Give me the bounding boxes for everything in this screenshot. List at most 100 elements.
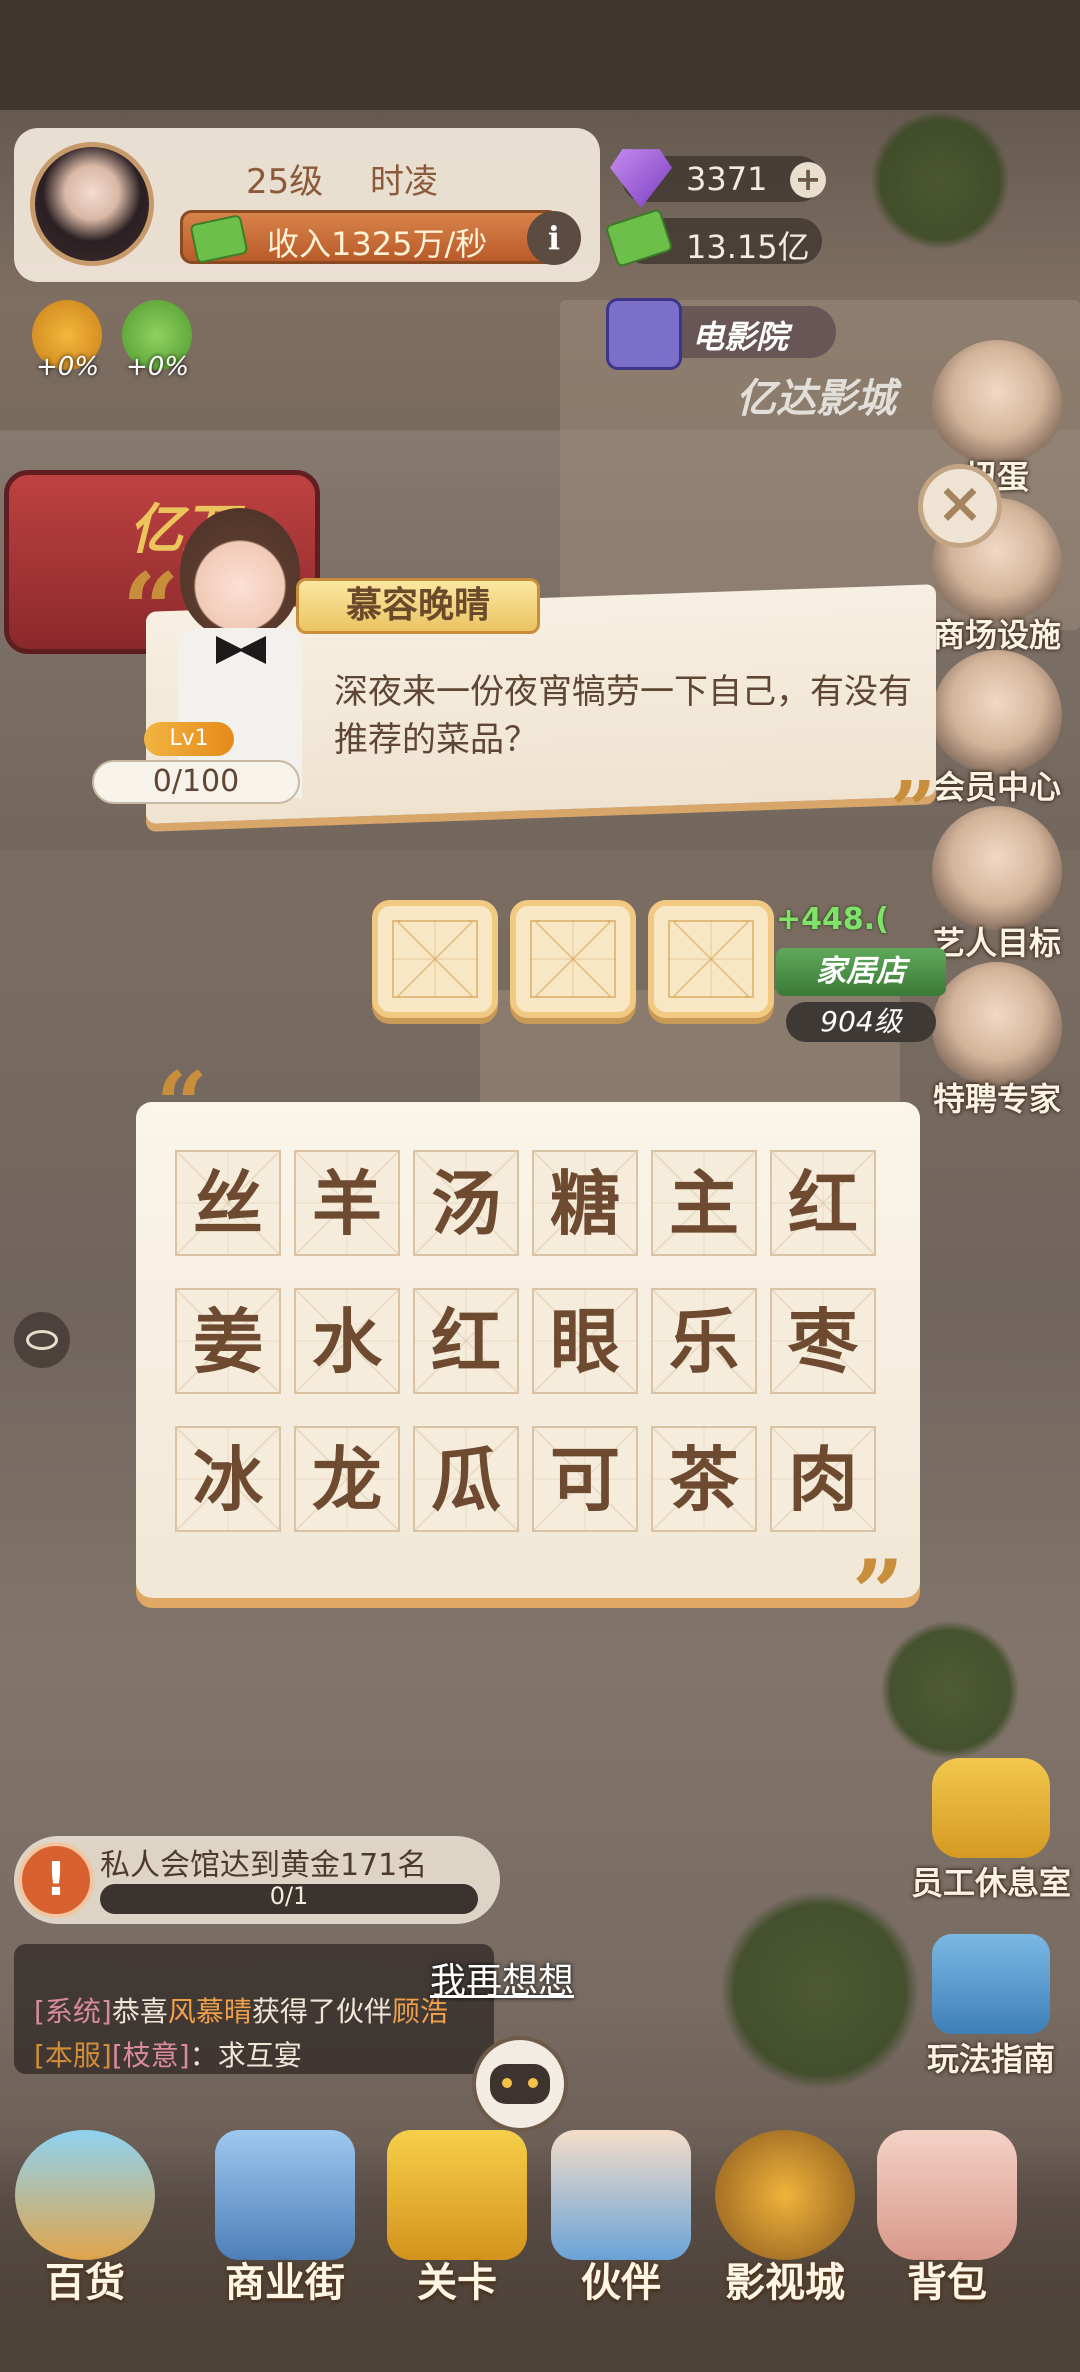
character-tile-text: 红 — [788, 1163, 858, 1245]
chat-line-1: [系统]恭喜风慕晴获得了伙伴顾浩 — [34, 1990, 448, 2030]
character-tile-text: 乐 — [669, 1301, 739, 1383]
store-level: 904级 — [820, 1005, 902, 1038]
nav-commercial-street[interactable]: 商业街 — [200, 2130, 370, 2330]
character-tile[interactable]: 冰 — [175, 1426, 281, 1532]
character-tile[interactable]: 汤 — [413, 1150, 519, 1256]
chat-tag-system: [系统] — [34, 1995, 112, 2028]
character-tile[interactable]: 肉 — [770, 1426, 876, 1532]
character-tile[interactable]: 红 — [413, 1288, 519, 1394]
side-item-artist-goals[interactable]: 艺人目标 — [922, 806, 1072, 964]
character-tile-text: 糖 — [550, 1163, 620, 1245]
nav-label: 伙伴 — [581, 2260, 661, 2306]
robot-face — [490, 2064, 550, 2104]
nav-film-city[interactable]: 影视城 — [700, 2130, 870, 2330]
side-item-label: 特聘专家 — [932, 1080, 1061, 1118]
chef-partner-icon — [551, 2130, 691, 2260]
npc-head — [180, 508, 300, 638]
character-tile-text: 冰 — [193, 1439, 263, 1521]
character-tile[interactable]: 糖 — [532, 1150, 638, 1256]
eye-icon[interactable] — [14, 1312, 70, 1368]
side-item-staff-lounge[interactable]: 员工休息室 — [902, 1758, 1080, 1904]
character-tile[interactable]: 丝 — [175, 1150, 281, 1256]
character-tile[interactable]: 主 — [651, 1150, 757, 1256]
handbag-icon — [877, 2130, 1017, 2260]
task-text: 私人会馆达到黄金171名 — [100, 1848, 428, 1883]
chat-line-2: [本服][枝意]：求互宴 — [34, 2034, 302, 2074]
character-tile[interactable]: 瓜 — [413, 1426, 519, 1532]
cash-boost-value: +0% — [126, 352, 190, 382]
status-bar-area — [0, 0, 1080, 110]
gem-counter: 3371 + — [610, 149, 826, 208]
nav-partners[interactable]: 伙伴 — [536, 2130, 706, 2330]
side-item-label: 玩法指南 — [926, 2040, 1055, 2078]
gem-amount: 3371 — [686, 160, 768, 198]
character-tile[interactable]: 龙 — [294, 1426, 400, 1532]
nav-label: 背包 — [907, 2260, 987, 2306]
chat-player-name[interactable]: 风慕晴 — [168, 1995, 252, 2028]
character-tile-text: 丝 — [193, 1163, 263, 1245]
character-tile-text: 主 — [669, 1163, 739, 1245]
player-name: 时凌 — [370, 162, 438, 202]
info-icon[interactable]: i — [527, 211, 581, 265]
chat-tag-user[interactable]: [枝意] — [112, 2039, 190, 2072]
close-quote-icon: ” — [890, 763, 937, 857]
robot-eye — [528, 2078, 538, 2088]
side-item-guide[interactable]: 玩法指南 — [902, 1934, 1080, 2080]
member-portrait-icon — [932, 650, 1062, 780]
close-dialog-button[interactable]: × — [918, 464, 1002, 548]
character-tile[interactable]: 水 — [294, 1288, 400, 1394]
like-boost-value: +0% — [36, 352, 100, 382]
cash-amount: 13.15亿 — [686, 228, 810, 266]
cinema-location-tag[interactable]: 电影院 — [606, 298, 836, 370]
affinity-progress: 0/100 — [92, 760, 300, 804]
nav-levels[interactable]: 关卡 — [372, 2130, 542, 2330]
film-projector-icon — [606, 298, 682, 370]
film-reel-icon — [715, 2130, 855, 2260]
character-tile-text: 汤 — [431, 1163, 501, 1245]
department-store-icon — [15, 2130, 155, 2260]
chat-panel[interactable]: [系统]恭喜风慕晴获得了伙伴顾浩 [本服][枝意]：求互宴 — [14, 1944, 494, 2074]
income-text: 收入1325万/秒 — [267, 225, 488, 263]
nav-label: 关卡 — [417, 2260, 497, 2306]
character-tile-text: 肉 — [788, 1439, 858, 1521]
npc-level-badge: Lv1 — [144, 722, 234, 756]
task-panel[interactable]: ! 私人会馆达到黄金171名 0/1 — [14, 1836, 500, 1924]
store-name-tag[interactable]: 家居店 — [776, 948, 946, 996]
character-tile[interactable]: 眼 — [532, 1288, 638, 1394]
artist-portrait-icon — [932, 806, 1062, 936]
nav-label: 百货 — [45, 2260, 125, 2306]
answer-slot-2[interactable] — [510, 900, 636, 1018]
nav-backpack[interactable]: 背包 — [862, 2130, 1032, 2330]
chat-text: 获得了伙伴 — [251, 1995, 392, 2028]
side-item-membership[interactable]: 会员中心 — [922, 650, 1072, 808]
character-tile[interactable]: 姜 — [175, 1288, 281, 1394]
character-tile[interactable]: 茶 — [651, 1426, 757, 1532]
dialog-text: 深夜来一份夜宵犒劳一下自己，有没有推荐的菜品？ — [334, 672, 912, 760]
character-tile-text: 瓜 — [431, 1439, 501, 1521]
character-tile[interactable]: 枣 — [770, 1288, 876, 1394]
rethink-button[interactable]: 我再想想 — [430, 1952, 574, 2004]
player-card[interactable]: 25级 时凌 收入1325万/秒 i — [14, 128, 600, 282]
delivery-truck-icon — [387, 2130, 527, 2260]
nav-department-store[interactable]: 百货 — [0, 2130, 170, 2330]
character-tile-text: 枣 — [788, 1301, 858, 1383]
character-tile-text: 龙 — [312, 1439, 382, 1521]
add-gems-plus-icon[interactable]: + — [790, 162, 826, 198]
chat-tag-server: [本服] — [34, 2039, 112, 2072]
character-tile[interactable]: 可 — [532, 1426, 638, 1532]
side-item-label: 员工休息室 — [910, 1864, 1071, 1902]
gacha-machine-icon — [932, 340, 1062, 470]
sofa-icon — [932, 1758, 1050, 1858]
character-tile[interactable]: 红 — [770, 1150, 876, 1256]
character-tile[interactable]: 羊 — [294, 1150, 400, 1256]
assistant-robot-icon[interactable] — [472, 2036, 568, 2132]
answer-slot-1[interactable] — [372, 900, 498, 1018]
character-tile-text: 羊 — [312, 1163, 382, 1245]
alert-icon: ! — [18, 1842, 94, 1918]
answer-slot-3[interactable] — [648, 900, 774, 1018]
cash-counter: 13.15亿 — [604, 208, 822, 268]
character-tile-text: 眼 — [550, 1301, 620, 1383]
store-level-tag: 904级 — [786, 1002, 936, 1042]
character-tile[interactable]: 乐 — [651, 1288, 757, 1394]
player-avatar[interactable] — [30, 142, 154, 266]
